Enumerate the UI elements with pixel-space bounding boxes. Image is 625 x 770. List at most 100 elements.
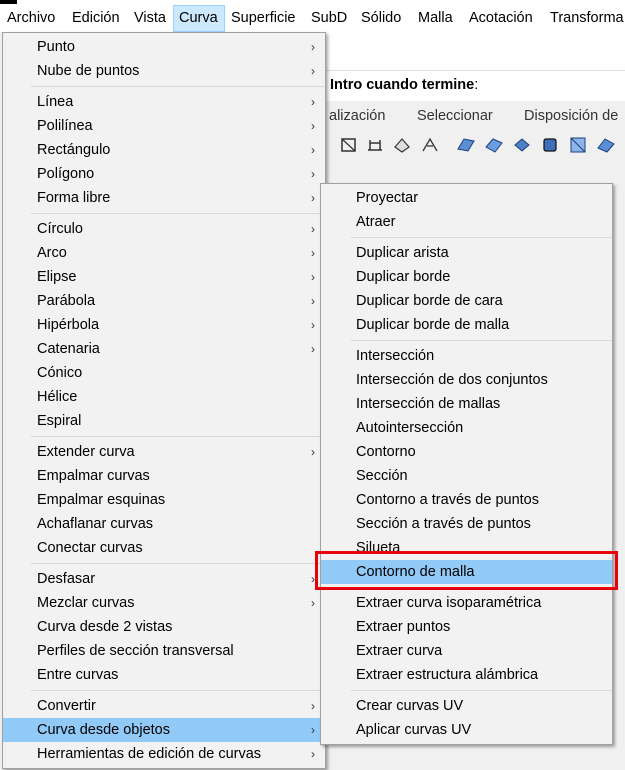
menu-item-label: Arco: [37, 245, 67, 261]
submenu-item-aplicar-curvas-uv[interactable]: Aplicar curvas UV: [321, 718, 612, 742]
menu-acotacion[interactable]: Acotación: [464, 5, 538, 32]
menu-item-parabola[interactable]: Parábola ›: [3, 289, 325, 313]
menu-item-label: Hélice: [37, 389, 78, 405]
submenu-item-seccion-puntos[interactable]: Sección a través de puntos: [321, 512, 612, 536]
chevron-right-icon: ›: [311, 445, 315, 459]
tool-icon-1[interactable]: [339, 135, 359, 155]
menu-item-circulo[interactable]: Círculo ›: [3, 217, 325, 241]
chevron-right-icon: ›: [311, 699, 315, 713]
menu-item-extender-curva[interactable]: Extender curva ›: [3, 440, 325, 464]
tool-icon-7[interactable]: [512, 135, 532, 155]
menu-item-polilinea[interactable]: Polilínea ›: [3, 114, 325, 138]
menu-archivo[interactable]: Archivo: [2, 5, 60, 32]
submenu-item-duplicar-borde-malla[interactable]: Duplicar borde de malla: [321, 313, 612, 337]
menu-curva[interactable]: Curva: [173, 5, 225, 32]
submenu-item-extraer-isoparametrica[interactable]: Extraer curva isoparamétrica: [321, 591, 612, 615]
submenu-item-label: Crear curvas UV: [356, 698, 464, 714]
menu-separator: [31, 563, 324, 564]
menu-solido[interactable]: Sólido: [356, 5, 406, 32]
submenu-item-label: Intersección de dos conjuntos: [356, 372, 548, 388]
menu-item-nube-de-puntos[interactable]: Nube de puntos ›: [3, 59, 325, 83]
submenu-item-interseccion[interactable]: Intersección: [321, 344, 612, 368]
menu-item-punto[interactable]: Punto ›: [3, 35, 325, 59]
submenu-item-duplicar-arista[interactable]: Duplicar arista: [321, 241, 612, 265]
menu-vista[interactable]: Vista: [129, 5, 171, 32]
tab-disposicion[interactable]: Disposición de: [524, 108, 618, 124]
submenu-item-atraer[interactable]: Atraer: [321, 210, 612, 234]
chevron-right-icon: ›: [311, 40, 315, 54]
tool-icon-10[interactable]: [596, 135, 616, 155]
submenu-item-label: Extraer estructura alámbrica: [356, 667, 539, 683]
menu-item-label: Curva desde 2 vistas: [37, 619, 173, 635]
submenu-item-interseccion-mallas[interactable]: Intersección de mallas: [321, 392, 612, 416]
submenu-item-label: Proyectar: [356, 190, 419, 206]
menu-item-label: Punto: [37, 39, 75, 55]
menu-item-label: Espiral: [37, 413, 82, 429]
tool-icon-5[interactable]: [456, 135, 476, 155]
menu-item-hiperbola[interactable]: Hipérbola ›: [3, 313, 325, 337]
menu-edicion[interactable]: Edición: [67, 5, 125, 32]
menu-item-arco[interactable]: Arco ›: [3, 241, 325, 265]
menu-item-empalmar-esquinas[interactable]: Empalmar esquinas: [3, 488, 325, 512]
menu-item-conectar-curvas[interactable]: Conectar curvas: [3, 536, 325, 560]
menu-item-rectangulo[interactable]: Rectángulo ›: [3, 138, 325, 162]
menu-separator: [31, 213, 324, 214]
submenu-item-contorno-puntos[interactable]: Contorno a través de puntos: [321, 488, 612, 512]
menu-item-curva-desde-2-vistas[interactable]: Curva desde 2 vistas: [3, 615, 325, 639]
chevron-right-icon: ›: [311, 119, 315, 133]
menu-item-label: Forma libre: [37, 190, 111, 206]
tool-icon-4[interactable]: [420, 135, 440, 155]
submenu-item-crear-curvas-uv[interactable]: Crear curvas UV: [321, 694, 612, 718]
menu-separator: [31, 86, 324, 87]
menu-item-achaflanar-curvas[interactable]: Achaflanar curvas: [3, 512, 325, 536]
submenu-item-duplicar-borde[interactable]: Duplicar borde: [321, 265, 612, 289]
menu-item-conico[interactable]: Cónico: [3, 361, 325, 385]
tab-seleccionar[interactable]: Seleccionar: [417, 108, 493, 124]
curve-from-objects-submenu: Proyectar Atraer Duplicar arista Duplica…: [320, 183, 613, 745]
menu-item-empalmar-curvas[interactable]: Empalmar curvas: [3, 464, 325, 488]
menu-item-catenaria[interactable]: Catenaria ›: [3, 337, 325, 361]
submenu-item-autointerseccion[interactable]: Autointersección: [321, 416, 612, 440]
menu-malla[interactable]: Malla: [413, 5, 458, 32]
submenu-item-contorno[interactable]: Contorno: [321, 440, 612, 464]
submenu-item-extraer-puntos[interactable]: Extraer puntos: [321, 615, 612, 639]
tool-icon-3[interactable]: [392, 135, 412, 155]
chevron-right-icon: ›: [311, 747, 315, 761]
menu-item-desfasar[interactable]: Desfasar ›: [3, 567, 325, 591]
menu-superficie[interactable]: Superficie: [226, 5, 300, 32]
menu-item-label: Convertir: [37, 698, 96, 714]
menu-transforma[interactable]: Transforma: [545, 5, 625, 32]
submenu-item-extraer-estructura[interactable]: Extraer estructura alámbrica: [321, 663, 612, 687]
submenu-item-label: Extraer curva isoparamétrica: [356, 595, 542, 611]
tool-icon-8[interactable]: [540, 135, 560, 155]
menu-item-helice[interactable]: Hélice: [3, 385, 325, 409]
menu-item-entre-curvas[interactable]: Entre curvas: [3, 663, 325, 687]
tool-icon-2[interactable]: [365, 135, 385, 155]
menu-item-convertir[interactable]: Convertir ›: [3, 694, 325, 718]
tab-visualizacion[interactable]: alización: [329, 108, 385, 124]
menu-item-curva-desde-objetos[interactable]: Curva desde objetos ›: [3, 718, 325, 742]
chevron-right-icon: ›: [311, 318, 315, 332]
tool-icon-9[interactable]: [568, 135, 588, 155]
menu-item-linea[interactable]: Línea ›: [3, 90, 325, 114]
menu-item-elipse[interactable]: Elipse ›: [3, 265, 325, 289]
menu-item-poligono[interactable]: Polígono ›: [3, 162, 325, 186]
menu-item-forma-libre[interactable]: Forma libre ›: [3, 186, 325, 210]
menu-item-label: Desfasar: [37, 571, 96, 587]
menu-item-espiral[interactable]: Espiral: [3, 409, 325, 433]
menu-item-herramientas-edicion[interactable]: Herramientas de edición de curvas ›: [3, 742, 325, 766]
menu-item-perfiles-seccion[interactable]: Perfiles de sección transversal: [3, 639, 325, 663]
menu-item-label: Conectar curvas: [37, 540, 143, 556]
chevron-right-icon: ›: [311, 143, 315, 157]
submenu-item-interseccion-dos-conjuntos[interactable]: Intersección de dos conjuntos: [321, 368, 612, 392]
submenu-item-seccion[interactable]: Sección: [321, 464, 612, 488]
tool-icon-6[interactable]: [484, 135, 504, 155]
menu-item-mezclar-curvas[interactable]: Mezclar curvas ›: [3, 591, 325, 615]
menu-separator: [31, 436, 324, 437]
menu-subd[interactable]: SubD: [306, 5, 352, 32]
submenu-item-extraer-curva[interactable]: Extraer curva: [321, 639, 612, 663]
submenu-item-duplicar-borde-cara[interactable]: Duplicar borde de cara: [321, 289, 612, 313]
submenu-item-label: Intersección de mallas: [356, 396, 501, 412]
command-prompt-colon: :: [474, 77, 479, 93]
submenu-item-proyectar[interactable]: Proyectar: [321, 186, 612, 210]
